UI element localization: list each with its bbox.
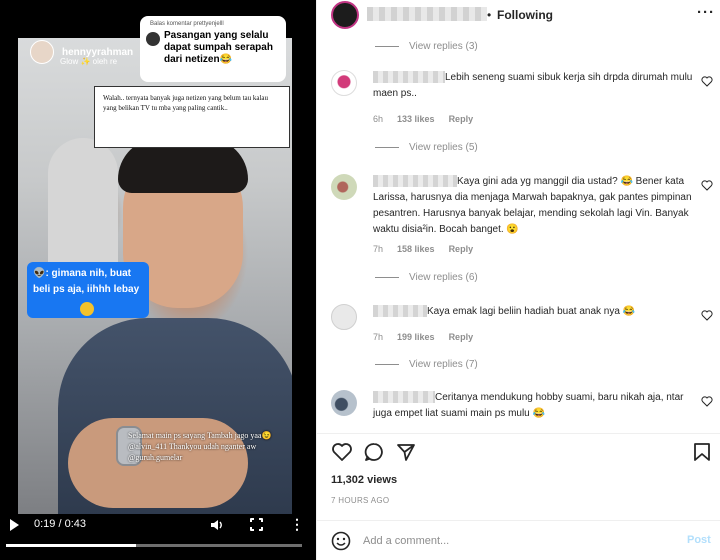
video-audio-label: Glow ✨ oleh re bbox=[60, 57, 118, 66]
comment-time: 7h bbox=[373, 332, 384, 342]
account-name-blurred[interactable] bbox=[367, 7, 487, 21]
comment-time: 6h bbox=[373, 114, 384, 124]
divider bbox=[375, 147, 399, 148]
reply-button[interactable]: Reply bbox=[449, 332, 474, 342]
reply-sticker-header: Balas komentar prettyenjelll bbox=[150, 21, 224, 27]
view-replies-label: View replies (3) bbox=[409, 41, 478, 52]
reply-sticker-avatar bbox=[146, 32, 160, 46]
comment-text: Kaya emak lagi beliin hadiah buat anak n… bbox=[373, 304, 693, 320]
post-header: • Following ··· bbox=[317, 0, 720, 30]
view-replies-label: View replies (7) bbox=[409, 359, 478, 370]
comment-meta: 7h 199 likes Reply bbox=[373, 332, 473, 342]
commenter-avatar[interactable] bbox=[331, 174, 357, 200]
reply-comment-sticker: Balas komentar prettyenjelll Pasangan ya… bbox=[140, 16, 286, 82]
video-overlay-text: Selamat main ps sayang Tambah jago yaa😉 … bbox=[128, 431, 272, 462]
post-button[interactable]: Post bbox=[687, 534, 711, 546]
comment-content: Kaya emak lagi beliin hadiah buat anak n… bbox=[427, 306, 636, 317]
like-heart-icon[interactable] bbox=[701, 180, 713, 191]
comment-meta: 7h 158 likes Reply bbox=[373, 244, 473, 254]
comment-likes[interactable]: 133 likes bbox=[397, 114, 435, 124]
video-caption-box: Walah.. ternyata banyak juga netizen yan… bbox=[94, 86, 290, 148]
video-controls: 0:19 / 0:43 ⋮ bbox=[0, 510, 316, 540]
divider bbox=[317, 520, 720, 521]
like-heart-icon[interactable] bbox=[701, 396, 713, 407]
divider bbox=[317, 433, 720, 434]
comment-input[interactable] bbox=[363, 533, 663, 549]
view-replies-label: View replies (6) bbox=[409, 272, 478, 283]
crying-emoji-icon bbox=[80, 302, 94, 316]
username-blurred[interactable] bbox=[373, 391, 435, 404]
comment-text: Lebih seneng suami sibuk kerja sih drpda… bbox=[373, 70, 693, 102]
view-replies-label: View replies (5) bbox=[409, 142, 478, 153]
commenter-avatar[interactable] bbox=[331, 304, 357, 330]
comment-time: 7h bbox=[373, 244, 384, 254]
following-button[interactable]: Following bbox=[497, 8, 553, 22]
bookmark-icon[interactable] bbox=[691, 441, 713, 463]
views-count[interactable]: 11,302 views bbox=[331, 474, 397, 486]
emoji-icon[interactable] bbox=[331, 531, 351, 551]
more-options-button[interactable]: ··· bbox=[697, 4, 715, 21]
volume-icon[interactable] bbox=[210, 518, 224, 532]
view-replies-link[interactable]: View replies (3) bbox=[375, 41, 478, 52]
comment-text: Ceritanya mendukung hobby suami, baru ni… bbox=[373, 390, 693, 422]
video-progress-fill bbox=[6, 544, 137, 547]
comment-likes[interactable]: 199 likes bbox=[397, 332, 435, 342]
commenter-avatar[interactable] bbox=[331, 390, 357, 416]
video-panel: hennyyrahman Glow ✨ oleh re Balas koment… bbox=[0, 0, 316, 560]
view-replies-link[interactable]: View replies (5) bbox=[375, 142, 478, 153]
fullscreen-icon[interactable] bbox=[249, 517, 265, 533]
video-username: hennyyrahman bbox=[62, 46, 134, 58]
post-timestamp: 7 HOURS AGO bbox=[331, 496, 390, 505]
divider bbox=[375, 364, 399, 365]
like-heart-icon[interactable] bbox=[701, 76, 713, 87]
username-blurred[interactable] bbox=[373, 175, 457, 188]
more-options-icon[interactable]: ⋮ bbox=[290, 516, 304, 533]
share-send-icon[interactable] bbox=[395, 441, 417, 463]
comment-text: Kaya gini ada yg manggil dia ustad? 😂 Be… bbox=[373, 174, 693, 238]
divider bbox=[375, 277, 399, 278]
comment-meta: 6h 133 likes Reply bbox=[373, 114, 473, 124]
comment-likes[interactable]: 158 likes bbox=[397, 244, 435, 254]
like-heart-icon[interactable] bbox=[701, 310, 713, 321]
play-icon[interactable] bbox=[10, 519, 19, 531]
view-replies-link[interactable]: View replies (7) bbox=[375, 359, 478, 370]
username-blurred[interactable] bbox=[373, 305, 427, 318]
commenter-avatar[interactable] bbox=[331, 70, 357, 96]
reply-button[interactable]: Reply bbox=[449, 114, 474, 124]
divider bbox=[375, 46, 399, 47]
reply-sticker-text: Pasangan yang selalu dapat sumpah serapa… bbox=[164, 30, 273, 65]
reply-button[interactable]: Reply bbox=[449, 244, 474, 254]
username-blurred[interactable] bbox=[373, 71, 445, 84]
header-dot: • bbox=[487, 8, 492, 22]
video-progress-bar[interactable] bbox=[6, 544, 302, 547]
video-user-avatar bbox=[30, 40, 54, 64]
like-heart-icon[interactable] bbox=[331, 441, 353, 463]
view-replies-link[interactable]: View replies (6) bbox=[375, 272, 478, 283]
comment-bubble-icon[interactable] bbox=[363, 441, 385, 463]
comments-panel: • Following ··· View replies (3) Lebih s… bbox=[316, 0, 720, 560]
account-avatar[interactable] bbox=[331, 1, 359, 29]
video-time: 0:19 / 0:43 bbox=[34, 518, 86, 530]
